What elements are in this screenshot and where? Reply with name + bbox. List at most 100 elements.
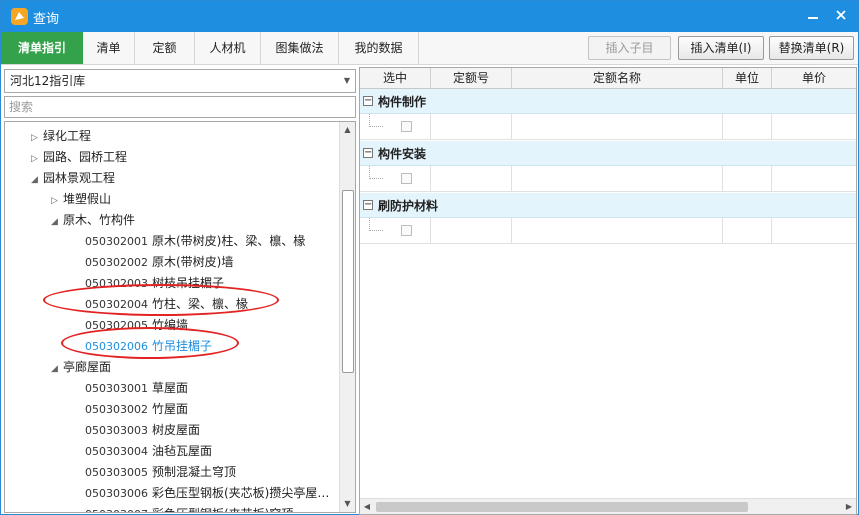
cell xyxy=(723,166,772,191)
library-select[interactable]: 河北12指引库 ▼ xyxy=(4,69,356,93)
grid-horizontal-scrollbar[interactable]: ◀ ▶ xyxy=(360,498,856,514)
collapse-icon[interactable]: − xyxy=(363,96,373,106)
group-row[interactable]: − 刷防护材料 xyxy=(360,193,856,218)
tree-item[interactable]: ▷ 绿化工程 xyxy=(31,126,91,147)
grid-header: 选中 定额号 定额名称 单位 单价 xyxy=(360,68,856,89)
tab-atlas-method[interactable]: 图集做法 xyxy=(261,32,339,64)
group-label: 刷防护材料 xyxy=(378,199,439,213)
tree-item-code: 050303005 xyxy=(85,466,148,479)
scroll-right-icon[interactable]: ▶ xyxy=(842,499,856,514)
col-header-unit: 单位 xyxy=(723,68,772,89)
tree-item-label: 堆塑假山 xyxy=(63,192,112,206)
close-icon[interactable] xyxy=(830,5,852,27)
minimize-icon[interactable] xyxy=(802,5,824,27)
expand-arrow-icon[interactable]: ▷ xyxy=(31,149,43,170)
group-label: 构件制作 xyxy=(378,95,427,109)
tree-item-label: 彩色压型钢板(夹芯板)攒尖亭屋… xyxy=(152,486,330,500)
tree-item-label: 竹屋面 xyxy=(152,402,189,416)
tree-item-label: 园路、园桥工程 xyxy=(43,150,128,164)
tree-item[interactable]: ▷ 园路、园桥工程 xyxy=(31,147,127,168)
scroll-thumb[interactable] xyxy=(376,502,748,512)
tree-item-label: 亭廊屋面 xyxy=(63,360,112,374)
tab-labor-material-machine[interactable]: 人材机 xyxy=(195,32,261,64)
cell xyxy=(512,114,723,139)
col-header-selected: 选中 xyxy=(360,68,431,89)
tree-item[interactable]: 050302001 原木(带树皮)柱、梁、檩、椽 xyxy=(85,231,305,252)
cell xyxy=(431,166,512,191)
collapse-arrow-icon[interactable]: ◢ xyxy=(51,212,63,233)
tree-item[interactable]: ▷ 堆塑假山 xyxy=(51,189,111,210)
window-title: 查询 xyxy=(33,12,60,27)
scroll-thumb[interactable] xyxy=(342,190,354,373)
tree-item-code: 050303002 xyxy=(85,403,148,416)
tree-item-label: 原木(带树皮)柱、梁、檩、椽 xyxy=(152,234,306,248)
search-input[interactable]: 搜索 xyxy=(4,96,356,118)
cell xyxy=(431,218,512,243)
collapse-arrow-icon[interactable]: ◢ xyxy=(51,359,63,380)
col-header-price: 单价 xyxy=(801,71,826,85)
tree-item-code: 050303006 xyxy=(85,487,148,500)
tree-item-label: 原木、竹构件 xyxy=(63,213,136,227)
tree-item-code: 050303001 xyxy=(85,382,148,395)
tree-item[interactable]: 050303002 竹屋面 xyxy=(85,399,188,420)
collapse-icon[interactable]: − xyxy=(363,200,373,210)
expand-arrow-icon[interactable]: ▷ xyxy=(31,128,43,149)
tree-item[interactable]: 050303003 树皮屋面 xyxy=(85,420,200,441)
expand-arrow-icon[interactable]: ▷ xyxy=(51,191,63,212)
library-select-value: 河北12指引库 xyxy=(10,74,86,88)
cell xyxy=(360,218,431,243)
tree-item-code: 050303007 xyxy=(85,504,152,512)
tree-item[interactable]: ◢ 园林景观工程 xyxy=(31,168,115,189)
replace-list-button[interactable]: 替换清单(R) xyxy=(769,36,854,60)
title-bar: 查询 xyxy=(1,1,858,32)
tab-bar: 清单指引 清单 定额 人材机 图集做法 我的数据 插入子目 插入清单(I) 替换… xyxy=(1,32,858,65)
cell xyxy=(360,114,431,139)
tab-quota[interactable]: 定额 xyxy=(135,32,195,64)
group-row[interactable]: − 构件制作 xyxy=(360,89,856,114)
collapse-icon[interactable]: − xyxy=(363,148,373,158)
tree-item[interactable]: 050303006 彩色压型钢板(夹芯板)攒尖亭屋… xyxy=(85,483,329,504)
tree-item[interactable]: 050303007彩色压型钢板(夹芯板)穹顶 xyxy=(85,504,293,512)
tree-item-code: 050302002 xyxy=(85,256,148,269)
tree-item[interactable]: 050302002 原木(带树皮)墙 xyxy=(85,252,233,273)
scroll-up-icon[interactable]: ▲ xyxy=(340,122,355,138)
col-header-quota-name: 定额名称 xyxy=(512,68,723,89)
tree-item[interactable]: ◢ 原木、竹构件 xyxy=(51,210,135,231)
collapse-arrow-icon[interactable]: ◢ xyxy=(31,170,43,191)
tree-item-label: 草屋面 xyxy=(152,381,189,395)
tree-item-label: 园林景观工程 xyxy=(43,171,116,185)
tree-item-label: 树皮屋面 xyxy=(152,423,201,437)
group-label: 构件安装 xyxy=(378,147,427,161)
tab-my-data[interactable]: 我的数据 xyxy=(339,32,419,64)
tree-item-label: 原木(带树皮)墙 xyxy=(152,255,234,269)
tree-item-label: 预制混凝土穹顶 xyxy=(152,465,237,479)
chevron-down-icon: ▼ xyxy=(343,76,350,85)
tree-item[interactable]: ◢ 亭廊屋面 xyxy=(51,357,111,378)
tree-item[interactable]: 050303004 油毡瓦屋面 xyxy=(85,441,212,462)
left-pane: 河北12指引库 ▼ 搜索 ▷ 绿化工程 ▷ 园路、园桥工程 ◢ 园林景观工程 ▷ 堆塑假山 ◢ 原… xyxy=(2,66,357,515)
scroll-left-icon[interactable]: ◀ xyxy=(360,499,374,514)
app-logo-icon xyxy=(11,8,28,25)
tree-item-label: 绿化工程 xyxy=(43,129,92,143)
annotation-oval-1 xyxy=(43,284,279,316)
table-row xyxy=(360,166,856,192)
cell xyxy=(512,218,723,243)
cell xyxy=(512,166,723,191)
group-row[interactable]: − 构件安装 xyxy=(360,141,856,166)
tree-item-label: 彩色压型钢板(夹芯板)穹顶 xyxy=(152,507,293,512)
tree-item-code: 050302001 xyxy=(85,235,148,248)
cell xyxy=(723,114,772,139)
tree-item-label: 油毡瓦屋面 xyxy=(152,444,213,458)
tree-scrollbar[interactable]: ▲ ▼ xyxy=(339,122,355,512)
cell xyxy=(431,114,512,139)
insert-child-button[interactable]: 插入子目 xyxy=(588,36,671,60)
tab-list-guide[interactable]: 清单指引 xyxy=(1,32,83,64)
query-window: 查询 清单指引 清单 定额 人材机 图集做法 我的数据 插入子目 插入清单(I)… xyxy=(0,0,859,515)
tab-list[interactable]: 清单 xyxy=(83,32,135,64)
tree-item[interactable]: 050303005 预制混凝土穹顶 xyxy=(85,462,236,483)
tree-item[interactable]: 050303001 草屋面 xyxy=(85,378,188,399)
annotation-oval-2 xyxy=(61,327,239,359)
cell xyxy=(723,218,772,243)
insert-list-button[interactable]: 插入清单(I) xyxy=(678,36,764,60)
scroll-down-icon[interactable]: ▼ xyxy=(340,496,355,512)
